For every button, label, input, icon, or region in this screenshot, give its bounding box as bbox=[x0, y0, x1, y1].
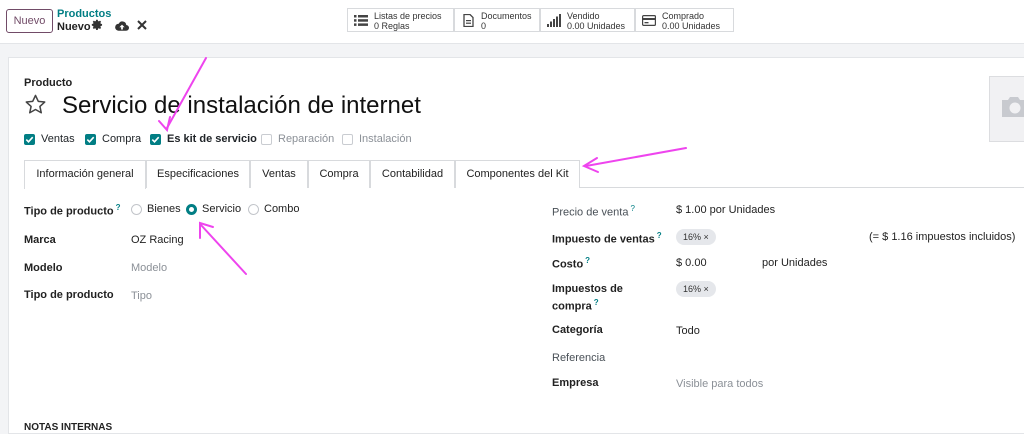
option-label: Reparación bbox=[278, 133, 335, 145]
radio-combo[interactable]: Combo bbox=[248, 203, 300, 216]
model-label: Modelo bbox=[24, 262, 63, 274]
product-label: Producto bbox=[24, 77, 73, 89]
brand-label: Marca bbox=[24, 234, 56, 246]
help-tooltip-icon[interactable]: ? bbox=[585, 256, 590, 265]
product-image-placeholder[interactable] bbox=[989, 76, 1024, 142]
type-field[interactable]: Tipo bbox=[131, 290, 152, 302]
radio-label: Servicio bbox=[202, 203, 242, 215]
internal-notes-heading: NOTAS INTERNAS bbox=[24, 422, 113, 433]
check-icon bbox=[151, 136, 160, 143]
option-service-kit[interactable]: Es kit de servicio bbox=[150, 133, 257, 147]
breadcrumb-current: Nuevo bbox=[57, 21, 91, 33]
tax-included-note: (= $ 1.16 impuestos incluidos) bbox=[869, 231, 1016, 243]
radio-selected[interactable] bbox=[186, 204, 197, 215]
sales-tax-tag[interactable]: 16% × bbox=[676, 229, 716, 245]
tab-kit-components[interactable]: Componentes del Kit bbox=[455, 160, 580, 188]
option-repair[interactable]: Reparación bbox=[261, 133, 336, 147]
help-tooltip-icon[interactable]: ? bbox=[594, 298, 599, 307]
radio-goods[interactable]: Bienes bbox=[131, 203, 181, 216]
star-icon[interactable] bbox=[24, 93, 47, 116]
tag-label: 16% bbox=[683, 284, 702, 294]
product-type-label: Tipo de producto? bbox=[24, 203, 121, 218]
smart-button-value: 0.00 Unidades bbox=[662, 21, 721, 31]
smart-button-sold[interactable]: Vendido 0.00 Unidades bbox=[540, 8, 635, 32]
smart-button-title: Listas de precios bbox=[374, 11, 442, 21]
smart-button-title: Documentos bbox=[481, 11, 532, 21]
option-purchase[interactable]: Compra bbox=[85, 133, 145, 147]
radio-unselected[interactable] bbox=[131, 204, 142, 215]
company-label: Empresa bbox=[552, 377, 599, 389]
smart-button-purchased[interactable]: Comprado 0.00 Unidades bbox=[635, 8, 734, 32]
sales-tax-label: Impuesto de ventas? bbox=[552, 231, 662, 246]
checkbox-checked[interactable] bbox=[24, 134, 35, 145]
document-icon bbox=[463, 14, 474, 27]
radio-service[interactable]: Servicio bbox=[186, 203, 242, 216]
cost-unit: por Unidades bbox=[762, 257, 828, 269]
category-label: Categoría bbox=[552, 324, 603, 336]
control-panel: Nuevo Productos Nuevo Listas de precios … bbox=[0, 0, 1024, 44]
brand-field[interactable]: OZ Racing bbox=[131, 234, 184, 246]
radio-label: Bienes bbox=[147, 203, 181, 215]
check-icon bbox=[86, 136, 95, 143]
tag-remove-icon[interactable]: × bbox=[704, 284, 709, 294]
signal-bars-icon bbox=[547, 14, 561, 27]
sale-price-field[interactable]: $ 1.00 por Unidades bbox=[676, 204, 775, 216]
option-label: Es kit de servicio bbox=[167, 133, 257, 145]
gear-icon[interactable] bbox=[91, 19, 104, 32]
cost-label: Costo? bbox=[552, 256, 591, 271]
help-tooltip-icon[interactable]: ? bbox=[116, 203, 121, 212]
smart-button-documents[interactable]: Documentos 0 bbox=[454, 8, 540, 32]
purchase-tax-tag[interactable]: 16% × bbox=[676, 281, 716, 297]
smart-button-title: Vendido bbox=[567, 11, 600, 21]
smart-button-title: Comprado bbox=[662, 11, 705, 21]
tab-specifications[interactable]: Especificaciones bbox=[146, 160, 250, 188]
company-field[interactable]: Visible para todos bbox=[676, 378, 763, 390]
smart-button-value: 0.00 Unidades bbox=[567, 21, 626, 31]
checkbox-unchecked[interactable] bbox=[342, 134, 353, 145]
option-label: Ventas bbox=[41, 133, 75, 145]
option-sales[interactable]: Ventas bbox=[24, 133, 84, 147]
tab-purchase[interactable]: Compra bbox=[308, 160, 370, 188]
smart-button-value: 0 bbox=[481, 21, 487, 31]
smart-button-pricelists[interactable]: Listas de precios 0 Reglas bbox=[347, 8, 454, 32]
reference-label: Referencia bbox=[552, 352, 606, 364]
model-field[interactable]: Modelo bbox=[131, 262, 167, 274]
cloud-save-icon[interactable] bbox=[115, 19, 129, 32]
option-label: Instalación bbox=[359, 133, 412, 145]
new-button[interactable]: Nuevo bbox=[6, 9, 53, 33]
type-label: Tipo de producto bbox=[24, 289, 114, 301]
purchase-tax-label-line2: compra? bbox=[552, 298, 599, 313]
checkbox-checked[interactable] bbox=[85, 134, 96, 145]
radio-unselected[interactable] bbox=[248, 204, 259, 215]
radio-label: Combo bbox=[264, 203, 300, 215]
help-tooltip-icon[interactable]: ? bbox=[630, 204, 634, 213]
category-field[interactable]: Todo bbox=[676, 325, 700, 337]
sale-price-label: Precio de venta? bbox=[552, 204, 635, 219]
credit-card-icon bbox=[642, 15, 656, 26]
tab-general-info[interactable]: Información general bbox=[24, 160, 146, 189]
tag-remove-icon[interactable]: × bbox=[704, 232, 709, 242]
product-name-field[interactable]: Servicio de instalación de internet bbox=[62, 92, 421, 120]
smart-button-value: 0 Reglas bbox=[374, 21, 410, 31]
list-icon bbox=[354, 15, 368, 26]
tag-label: 16% bbox=[683, 232, 702, 242]
option-label: Compra bbox=[102, 133, 142, 145]
check-icon bbox=[25, 136, 34, 143]
tab-sales[interactable]: Ventas bbox=[250, 160, 308, 188]
tab-accounting[interactable]: Contabilidad bbox=[370, 160, 455, 188]
purchase-tax-label: Impuestos de bbox=[552, 283, 623, 295]
camera-icon bbox=[1002, 97, 1024, 117]
checkbox-checked[interactable] bbox=[150, 134, 161, 145]
discard-icon[interactable] bbox=[136, 19, 148, 31]
cost-field[interactable]: $ 0.00 bbox=[676, 257, 707, 269]
checkbox-unchecked[interactable] bbox=[261, 134, 272, 145]
help-tooltip-icon[interactable]: ? bbox=[657, 231, 662, 240]
option-installation[interactable]: Instalación bbox=[342, 133, 417, 147]
